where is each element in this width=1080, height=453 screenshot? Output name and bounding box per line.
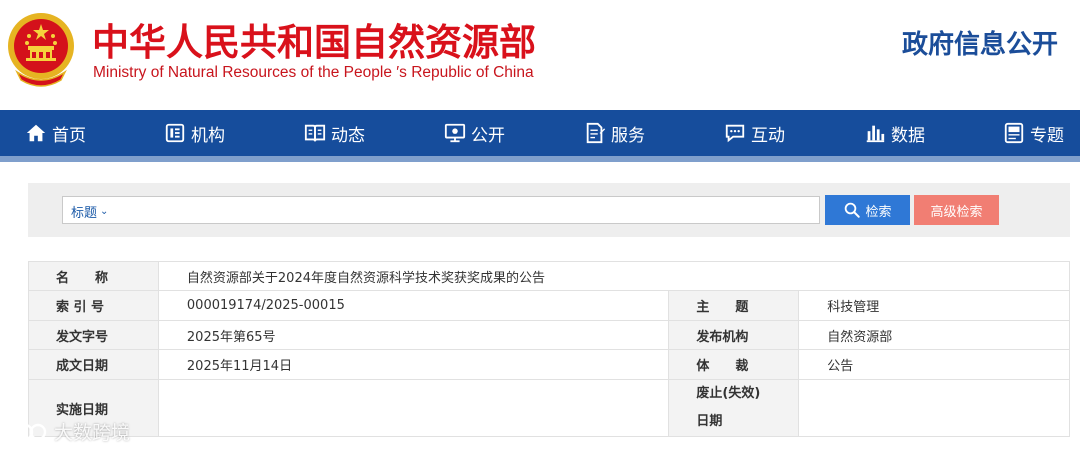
- nav-item-org[interactable]: 机构: [164, 110, 225, 156]
- home-icon: [26, 124, 46, 142]
- table-row: 索 引 号 000019174/2025-00015 主 题 科技管理: [28, 290, 1070, 321]
- search-box: 标题 ⌄: [62, 196, 820, 224]
- table-row: 成文日期 2025年11月14日 体 裁 公告: [28, 349, 1070, 380]
- search-type-dropdown[interactable]: 标题 ⌄: [71, 202, 108, 221]
- national-emblem-logo[interactable]: [5, 8, 77, 88]
- date-label: 成文日期: [28, 349, 159, 380]
- index-value: 000019174/2025-00015: [157, 290, 670, 321]
- watermark-logo-icon: [9, 422, 47, 441]
- table-row: 实施日期 废止(失效) 日期: [28, 379, 1070, 437]
- nav-item-label: 机构: [191, 125, 225, 146]
- site-title-chinese: 中华人民共和国自然资源部: [92, 21, 536, 64]
- subject-label: 主 题: [668, 290, 800, 321]
- bar-chart-icon: [866, 125, 885, 143]
- name-value: 自然资源部关于2024年度自然资源科学技术奖获奖成果的公告: [157, 261, 1071, 291]
- search-input[interactable]: [123, 199, 813, 221]
- document-info-table: 名 称 自然资源部关于2024年度自然资源科学技术奖获奖成果的公告 索 引 号 …: [28, 261, 1071, 437]
- nav-underline: [0, 156, 1080, 162]
- table-row: 名 称 自然资源部关于2024年度自然资源科学技术奖获奖成果的公告: [28, 261, 1071, 291]
- doc-number-value: 2025年第65号: [157, 320, 670, 350]
- issuer-value: 自然资源部: [798, 320, 1070, 350]
- issuer-label: 发布机构: [668, 320, 800, 350]
- document-edit-icon: [586, 122, 606, 144]
- nav-item-news[interactable]: 动态: [304, 110, 365, 156]
- nav-item-label: 互动: [751, 125, 785, 146]
- gov-info-open-title[interactable]: 政府信息公开: [902, 24, 1058, 61]
- advanced-search-label: 高级检索: [930, 204, 983, 220]
- table-row: 发文字号 2025年第65号 发布机构 自然资源部: [28, 320, 1070, 350]
- monitor-icon: [444, 123, 466, 143]
- search-icon: [845, 202, 861, 218]
- nav-item-interact[interactable]: 互动: [724, 110, 785, 156]
- topic-icon: [1004, 122, 1024, 144]
- main-nav: 首页 机构 动态 公开 服务 互动 数据 专题: [0, 110, 1080, 156]
- nav-item-topics[interactable]: 专题: [1003, 110, 1064, 156]
- watermark-text: 大数跨境: [54, 422, 131, 444]
- advanced-search-button[interactable]: 高级检索: [914, 195, 999, 225]
- nav-item-label: 专题: [1030, 125, 1064, 146]
- name-label: 名 称: [28, 261, 159, 291]
- watermark: 大数跨境: [8, 418, 130, 445]
- expire-label-line2: 日期: [696, 414, 723, 429]
- expire-date-label: 废止(失效) 日期: [668, 379, 800, 437]
- nav-item-label: 首页: [52, 125, 86, 146]
- nav-item-label: 公开: [471, 125, 505, 146]
- date-value: 2025年11月14日: [157, 349, 670, 380]
- nav-item-data[interactable]: 数据: [864, 110, 925, 156]
- nav-item-public[interactable]: 公开: [444, 110, 505, 156]
- effective-date-value: [157, 379, 670, 437]
- genre-label: 体 裁: [668, 349, 800, 380]
- book-icon: [304, 124, 326, 142]
- chat-icon: [725, 124, 745, 143]
- genre-value: 公告: [798, 349, 1070, 380]
- nav-item-service[interactable]: 服务: [584, 110, 645, 156]
- nav-item-home[interactable]: 首页: [25, 110, 86, 156]
- search-type-label: 标题: [71, 206, 98, 221]
- org-icon: [165, 123, 185, 143]
- index-label: 索 引 号: [28, 290, 159, 321]
- search-button[interactable]: 检索: [825, 195, 910, 225]
- search-button-label: 检索: [865, 204, 892, 220]
- nav-item-label: 服务: [611, 125, 645, 146]
- nav-item-label: 数据: [891, 125, 925, 146]
- site-header: 中华人民共和国自然资源部 Ministry of Natural Resourc…: [0, 0, 1080, 110]
- expire-label-line1: 废止(失效): [696, 386, 761, 401]
- expire-date-value: [798, 379, 1070, 437]
- doc-number-label: 发文字号: [28, 320, 159, 350]
- subject-value: 科技管理: [798, 290, 1070, 321]
- site-title-english: Ministry of Natural Resources of the Peo…: [93, 64, 534, 81]
- nav-item-label: 动态: [331, 125, 365, 146]
- chevron-down-icon: ⌄: [100, 206, 109, 217]
